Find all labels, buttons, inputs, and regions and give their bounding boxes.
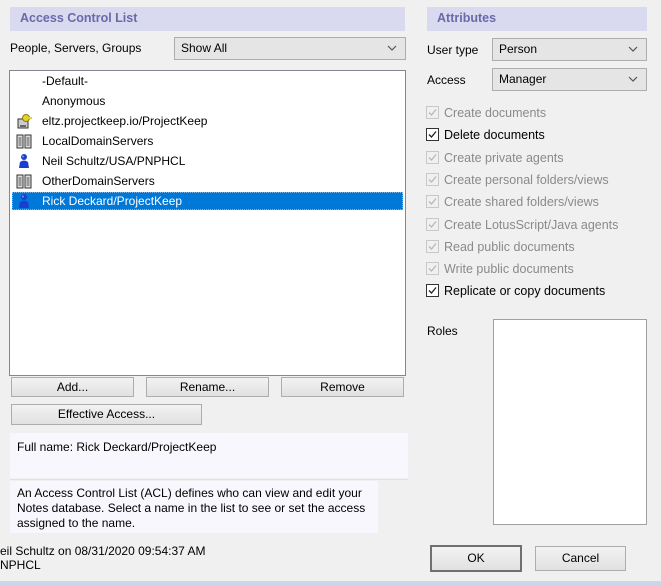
checkbox[interactable] <box>426 128 439 142</box>
chevron-down-icon <box>628 46 638 52</box>
user-type-value: Person <box>499 42 538 56</box>
acl-entry-name: OtherDomainServers <box>42 174 155 188</box>
checkmark-icon <box>428 153 437 161</box>
acl-entry[interactable]: eltz.projectkeep.io/ProjectKeep <box>12 112 403 130</box>
acl-entries-list[interactable]: -Default- Anonymous eltz.projectkeep.io/Pr… <box>9 70 406 376</box>
checkmark-icon <box>428 198 437 206</box>
divider <box>10 479 408 480</box>
acl-entry-name: Rick Deckard/ProjectKeep <box>42 194 183 208</box>
ok-button[interactable]: OK <box>430 545 522 572</box>
checkmark-icon <box>428 131 437 139</box>
server-group-icon <box>16 173 32 189</box>
person-icon <box>16 193 32 209</box>
checkbox[interactable] <box>426 284 439 298</box>
server-group-icon <box>16 133 32 149</box>
acl-entry-name: eltz.projectkeep.io/ProjectKeep <box>42 114 208 128</box>
checkmark-icon <box>428 109 437 116</box>
checkbox <box>426 195 439 209</box>
acl-entry[interactable]: Anonymous <box>12 92 403 110</box>
server-key-icon <box>16 113 32 129</box>
checkmark-icon <box>428 265 437 273</box>
acl-entry-name: Neil Schultz/USA/PNPHCL <box>42 154 186 168</box>
access-value: Manager <box>499 72 547 86</box>
user-type-label: User type <box>427 43 479 57</box>
roles-list[interactable] <box>493 319 647 525</box>
remove-button[interactable]: Remove <box>281 377 404 397</box>
full-name-box: Full name: Rick Deckard/ProjectKeep <box>10 433 408 478</box>
description-box: An Access Control List (ACL) defines who… <box>10 481 378 533</box>
chevron-down-icon <box>628 76 638 82</box>
chevron-down-icon <box>387 45 397 51</box>
permission-label: Delete documents <box>444 128 545 143</box>
checkbox <box>426 172 439 186</box>
access-select[interactable]: Manager <box>492 68 647 91</box>
checkmark-icon <box>428 287 437 295</box>
checkbox <box>426 150 439 164</box>
description-text: An Access Control List (ACL) defines who… <box>17 486 366 530</box>
permission-label: Write public documents <box>444 262 574 277</box>
checkbox <box>426 217 439 231</box>
checkbox <box>426 239 439 253</box>
attributes-section-header: Attributes <box>427 7 647 31</box>
permission-label: Read public documents <box>444 239 575 254</box>
permission-label: Create private agents <box>444 150 564 165</box>
checkmark-icon <box>428 242 437 250</box>
acl-entry-name: LocalDomainServers <box>42 134 154 148</box>
filter-label: People, Servers, Groups <box>10 41 142 55</box>
cancel-button[interactable]: Cancel <box>535 546 626 571</box>
acl-entry[interactable]: OtherDomainServers <box>12 172 403 190</box>
checkmark-icon <box>428 220 437 228</box>
acl-section-header: Access Control List <box>10 7 405 31</box>
checkbox <box>426 262 439 276</box>
user-type-select[interactable]: Person <box>492 38 647 61</box>
acl-entry[interactable]: Neil Schultz/USA/PNPHCL <box>12 152 403 170</box>
acl-entry[interactable]: Rick Deckard/ProjectKeep <box>12 192 403 210</box>
last-modified-line2: NPHCL <box>0 558 41 572</box>
effective-access-button[interactable]: Effective Access... <box>11 404 202 425</box>
checkbox <box>426 106 439 119</box>
full-name-text: Full name: Rick Deckard/ProjectKeep <box>17 440 217 454</box>
filter-select[interactable]: Show All <box>174 37 406 60</box>
checkmark-icon <box>428 175 437 183</box>
window-bottom-edge <box>0 581 661 585</box>
acl-entry-name: Anonymous <box>42 94 106 108</box>
filter-select-value: Show All <box>181 41 228 55</box>
permission-label: Create personal folders/views <box>444 172 609 187</box>
acl-entry[interactable]: -Default- <box>12 72 403 90</box>
permission-label: Replicate or copy documents <box>444 284 606 299</box>
person-icon <box>16 153 32 169</box>
rename-button[interactable]: Rename... <box>146 377 269 397</box>
acl-entry-name: -Default- <box>42 74 89 88</box>
permission-label: Create shared folders/views <box>444 195 599 210</box>
permission-label: Create documents <box>444 106 547 120</box>
add-button[interactable]: Add... <box>11 377 134 397</box>
permission-label: Create LotusScript/Java agents <box>444 217 619 232</box>
acl-entry[interactable]: LocalDomainServers <box>12 132 403 150</box>
roles-label: Roles <box>427 324 458 338</box>
access-label: Access <box>427 73 466 87</box>
